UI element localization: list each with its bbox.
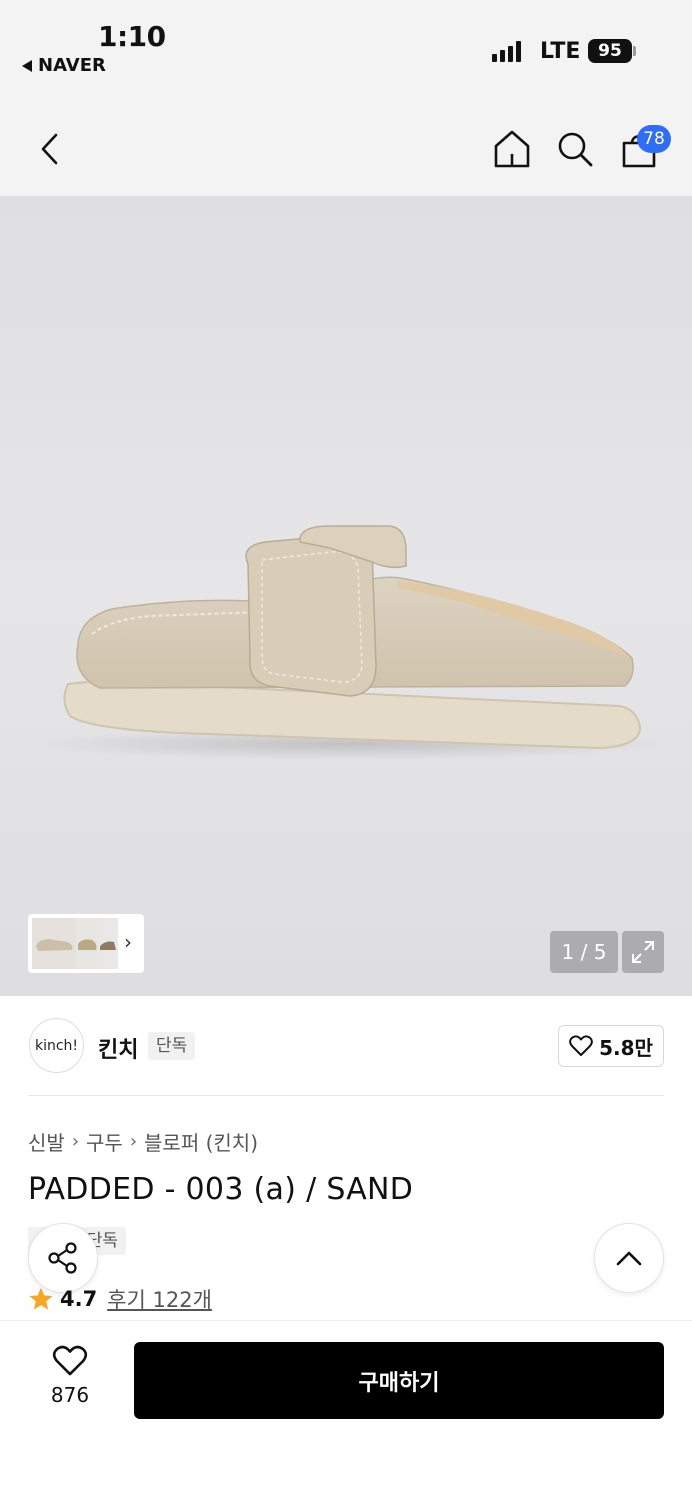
thumbnail-next-icon[interactable]: › [124,930,132,954]
home-button[interactable] [492,128,532,170]
brand-like-button[interactable]: 5.8만 [558,1025,664,1067]
battery-nub [633,46,636,56]
share-button[interactable] [28,1223,98,1293]
search-button[interactable] [555,128,595,170]
rating-row: 4.7 후기 122개 [28,1284,212,1314]
network-label: LTE [540,39,581,64]
breadcrumb-item[interactable]: 블로퍼 (킨치) [144,1127,258,1156]
expand-image-button[interactable] [622,931,664,973]
product-title: PADDED - 003 (a) / SAND [28,1172,414,1207]
home-icon [494,130,530,168]
breadcrumb-item[interactable]: 신발 [28,1127,65,1156]
back-to-app-link[interactable]: NAVER [22,55,106,76]
wishlist-count: 876 [50,1383,90,1407]
battery-icon: 95 [588,39,632,63]
chevron-up-icon [616,1251,642,1266]
expand-icon [632,941,654,963]
search-icon [558,132,593,167]
cart-count-badge: 78 [637,125,671,153]
loafer-image [30,525,670,760]
app-header [0,100,692,196]
star-icon [29,1287,53,1310]
buy-button[interactable]: 구매하기 [134,1342,664,1419]
share-icon [48,1242,77,1274]
wishlist-button[interactable]: 876 [40,1345,100,1415]
back-icon [41,133,58,165]
status-bar: 1:10 NAVER LTE 95 [0,0,692,100]
brand-name[interactable]: 킨치 [98,1032,138,1064]
rating-value: 4.7 [60,1287,98,1311]
heart-icon [569,1035,593,1056]
status-time: 1:10 [98,20,166,53]
brand-exclusive-tag: 단독 [148,1032,196,1060]
product-image[interactable] [0,196,692,996]
chevron-right-icon: › [71,1131,80,1152]
brand-logo[interactable]: kinch! [29,1018,84,1073]
back-button[interactable] [30,128,70,170]
image-pager: 1 / 5 [550,931,618,973]
section-divider [28,1095,664,1096]
chevron-right-icon: › [129,1131,138,1152]
review-count-link[interactable]: 후기 122개 [107,1284,212,1314]
breadcrumb-item[interactable]: 구두 [86,1127,123,1156]
back-app-label: NAVER [38,55,106,76]
breadcrumb: 신발 › 구두 › 블로퍼 (킨치) [28,1127,258,1156]
back-triangle-icon [22,59,32,72]
scroll-top-button[interactable] [594,1223,664,1293]
signal-icon [492,40,521,62]
heart-icon [52,1345,88,1376]
brand-like-count: 5.8만 [599,1035,653,1060]
